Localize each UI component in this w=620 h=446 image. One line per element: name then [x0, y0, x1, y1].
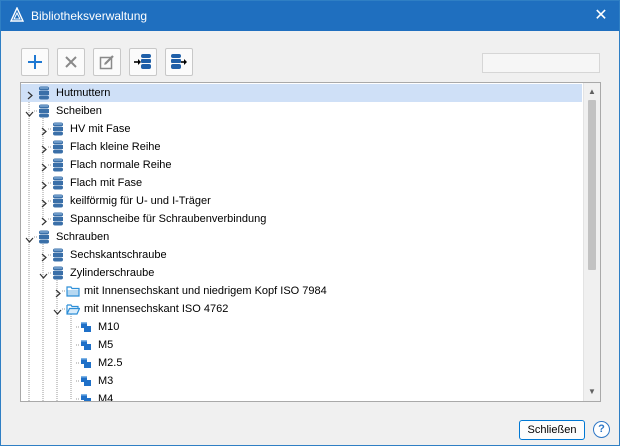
tree-item-label: HV mit Fase — [70, 123, 131, 135]
title-bar: Bibliotheksverwaltung ✕ — [1, 1, 619, 31]
expand-chevron-icon[interactable] — [39, 214, 48, 226]
expand-chevron-icon[interactable] — [39, 124, 48, 136]
database-icon — [52, 266, 64, 280]
search-input[interactable] — [482, 53, 600, 73]
tree-row[interactable]: M2.5 — [21, 354, 582, 372]
part-icon — [80, 392, 92, 401]
library-tree[interactable]: Hutmuttern Scheiben HV mit Fase Flach klein… — [20, 82, 601, 402]
tree-item-label: Hutmuttern — [54, 84, 113, 102]
tree-item-label: Schrauben — [56, 231, 110, 243]
help-button[interactable]: ? — [593, 421, 610, 438]
folder-icon — [66, 284, 80, 298]
collapse-chevron-icon[interactable] — [39, 268, 48, 279]
tree-row[interactable]: Scheiben — [21, 102, 582, 120]
database-icon — [38, 230, 50, 244]
tree-item-label: keilförmig für U- und I-Träger — [70, 195, 211, 207]
database-icon — [52, 158, 64, 172]
database-icon — [52, 248, 64, 262]
tree-item-label: Zylinderschraube — [70, 267, 155, 279]
close-window-button[interactable]: ✕ — [591, 6, 611, 26]
database-icon — [52, 176, 64, 190]
add-button[interactable] — [21, 48, 49, 76]
collapse-chevron-icon[interactable] — [53, 304, 62, 315]
tree-row[interactable]: M3 — [21, 372, 582, 390]
tree-item-label: M5 — [98, 339, 114, 351]
tree-row[interactable]: mit Innensechskant ISO 4762 — [21, 300, 582, 318]
expand-chevron-icon[interactable] — [53, 286, 62, 298]
tree-row[interactable]: Hutmuttern — [21, 84, 582, 102]
expand-chevron-icon[interactable] — [39, 142, 48, 154]
folder-open-icon — [66, 302, 81, 316]
database-export-icon — [171, 54, 187, 69]
tree-row[interactable]: keilförmig für U- und I-Träger — [21, 192, 582, 210]
tree-item-label: mit Innensechskant ISO 4762 — [84, 303, 229, 315]
database-icon — [52, 140, 64, 154]
tree-item-label: Flach kleine Reihe — [70, 141, 161, 153]
scroll-up-arrow-icon[interactable]: ▲ — [586, 86, 598, 98]
export-button[interactable] — [165, 48, 193, 76]
x-icon — [65, 56, 77, 68]
tree-row[interactable]: Schrauben — [21, 228, 582, 246]
database-import-icon — [134, 54, 151, 69]
part-icon — [80, 356, 92, 370]
database-icon — [38, 104, 50, 118]
expand-chevron-icon[interactable] — [39, 178, 48, 190]
scroll-down-arrow-icon[interactable]: ▼ — [586, 386, 598, 398]
tree-item-label: M10 — [98, 321, 120, 333]
tree-row[interactable]: M4 — [21, 390, 582, 402]
tree-row[interactable]: HV mit Fase — [21, 120, 582, 138]
tree-row[interactable]: Spannscheibe für Schraubenverbindung — [21, 210, 582, 228]
dialog-window: Bibliotheksverwaltung ✕ Hutmuttern Schei… — [0, 0, 620, 446]
tree-item-label: Flach mit Fase — [70, 177, 143, 189]
tree-row[interactable]: M10 — [21, 318, 582, 336]
edit-icon — [99, 55, 114, 70]
expand-chevron-icon[interactable] — [39, 250, 48, 262]
tree-row[interactable]: mit Innensechskant und niedrigem Kopf IS… — [21, 282, 582, 300]
tree-row[interactable]: Flach kleine Reihe — [21, 138, 582, 156]
tree-item-label: Scheiben — [56, 105, 102, 117]
tree-item-label: Spannscheibe für Schraubenverbindung — [70, 213, 267, 225]
vertical-scrollbar[interactable]: ▲ ▼ — [583, 83, 600, 401]
expand-chevron-icon[interactable] — [39, 160, 48, 172]
expand-chevron-icon[interactable] — [39, 196, 48, 208]
part-icon — [80, 374, 92, 388]
tree-item-label: mit Innensechskant und niedrigem Kopf IS… — [84, 285, 327, 297]
part-icon — [80, 338, 92, 352]
tree-row[interactable]: Zylinderschraube — [21, 264, 582, 282]
database-icon — [38, 86, 50, 100]
scroll-thumb[interactable] — [588, 100, 596, 270]
tree-row[interactable]: M5 — [21, 336, 582, 354]
collapse-chevron-icon[interactable] — [25, 232, 34, 243]
tree-item-label: Sechskantschraube — [70, 249, 167, 261]
database-icon — [52, 212, 64, 226]
tree-row[interactable]: Sechskantschraube — [21, 246, 582, 264]
import-button[interactable] — [129, 48, 157, 76]
tree-row[interactable]: Flach normale Reihe — [21, 156, 582, 174]
tree-item-label: M4 — [98, 393, 114, 402]
edit-button[interactable] — [93, 48, 121, 76]
plus-icon — [28, 55, 42, 69]
collapse-chevron-icon[interactable] — [25, 106, 34, 117]
part-icon — [80, 320, 92, 334]
database-icon — [52, 194, 64, 208]
window-title: Bibliotheksverwaltung — [31, 9, 148, 23]
tree-item-label: M3 — [98, 375, 114, 387]
tree-item-label: M2.5 — [98, 357, 123, 369]
tree-row[interactable]: Flach mit Fase — [21, 174, 582, 192]
database-icon — [52, 122, 64, 136]
app-logo-icon — [9, 7, 25, 22]
close-button[interactable]: Schließen — [519, 420, 585, 440]
tree-item-label: Flach normale Reihe — [70, 159, 172, 171]
expand-chevron-icon[interactable] — [25, 88, 34, 100]
delete-button[interactable] — [57, 48, 85, 76]
